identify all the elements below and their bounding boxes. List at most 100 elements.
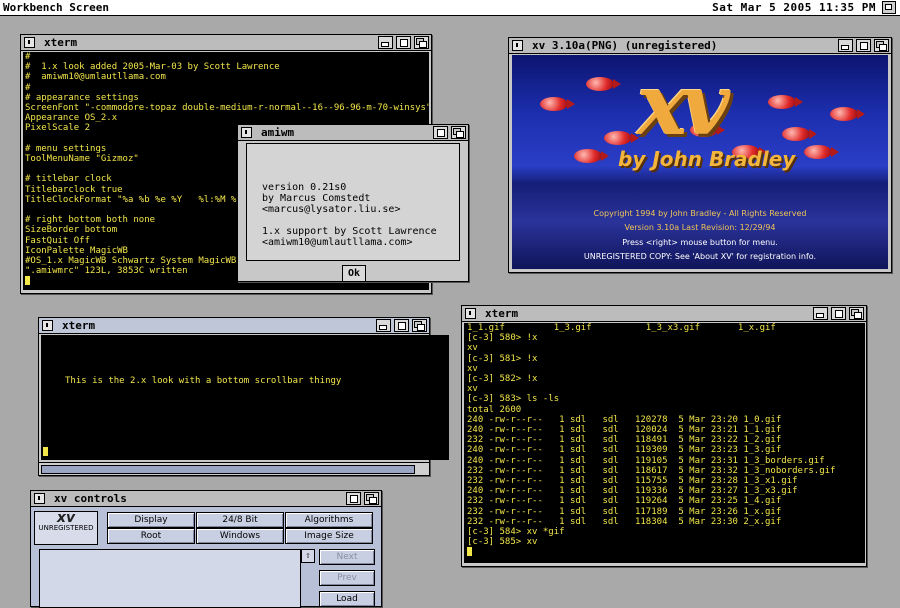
title-bar[interactable]: xterm [21,35,431,51]
terminal-line: [c-3] 580> !x [467,333,538,344]
prev-button[interactable]: Prev [319,570,375,586]
scroll-up-icon[interactable]: ⇧ [301,549,315,563]
zoom-icon[interactable] [396,36,411,49]
window-title: xterm [482,306,522,321]
close-icon[interactable] [24,37,35,48]
terminal-line: This is the 2.x look with a bottom scrol… [65,375,342,386]
fish-icon [574,149,609,163]
horizontal-scrollbar[interactable] [39,462,429,475]
terminal-line: 232 -rw-r--r-- 1 sdl sdl 115755 5 Mar 23… [467,476,798,487]
next-button[interactable]: Next [319,549,375,565]
depth-icon[interactable] [451,126,466,139]
terminal-line: ScreenFont "-commodore-topaz double-medi… [25,103,429,114]
title-bar[interactable]: xterm [462,306,866,322]
terminal-line: # [25,52,31,62]
windows-button[interactable]: Windows [196,528,284,544]
fish-icon [586,77,621,91]
terminal-line: [c-3] 584> xv *gif [467,527,565,538]
unregistered-label: UNREGISTERED [38,524,94,532]
terminal-cursor-line [43,446,48,458]
close-icon[interactable] [34,493,45,504]
terminal-line: 240 -rw-r--r-- 1 sdl sdl 119309 5 Mar 23… [467,445,782,456]
fish-icon [804,145,839,159]
root-button[interactable]: Root [107,528,195,544]
fish-icon [830,107,865,121]
depth-icon[interactable] [849,307,864,320]
terminal-line: 240 -rw-r--r-- 1 sdl sdl 119336 5 Mar 23… [467,486,798,497]
title-bar[interactable]: xv 3.10a(PNG) (unregistered) [509,38,891,54]
terminal-line: Appearance OS_2.x [25,113,118,124]
window-title: xterm [59,318,99,333]
title-bar[interactable]: amiwm [238,125,468,141]
menu-hint-text: Press <right> mouse button for menu. [622,238,778,247]
xv-image-window[interactable]: xv 3.10a(PNG) (unregistered) xv by John … [508,37,892,273]
xv-mini-logo-icon: xv [56,510,76,526]
screen-title-bar: Workbench Screen Sat Mar 5 2005 11:35 PM [0,0,900,16]
iconify-icon[interactable] [838,39,853,52]
about-text-panel: version 0.21s0 by Marcus Comstedt <marcu… [246,143,460,261]
terminal-line: 232 -rw-r--r-- 1 sdl sdl 119264 5 Mar 23… [467,496,782,507]
terminal-line: # [25,82,31,93]
terminal-line: 1_1.gif 1_3.gif 1_3_x3.gif 1_x.gif [467,323,776,333]
window-title: amiwm [258,125,298,140]
close-icon[interactable] [241,127,252,138]
unregistered-badge[interactable]: xv UNREGISTERED [34,511,98,545]
image-size-button[interactable]: Image Size [285,528,373,544]
iconify-icon[interactable] [376,319,391,332]
zoom-icon[interactable] [831,307,846,320]
iconify-icon[interactable] [813,307,828,320]
xterm-window-shell[interactable]: xterm 1_1.gif 1_3.gif 1_3_x3.gif 1_x.gif… [461,305,867,567]
close-icon[interactable] [42,320,53,331]
terminal-line: 232 -rw-r--r-- 1 sdl sdl 117189 5 Mar 23… [467,506,782,517]
about-text: version 0.21s0 by Marcus Comstedt <marcu… [262,182,437,248]
depth-icon[interactable] [874,39,889,52]
file-list[interactable] [39,549,301,608]
terminal-line: [c-3] 581> !x [467,353,538,364]
terminal-line: [c-3] 582> !x [467,374,538,385]
close-icon[interactable] [512,40,523,51]
terminal-line: # amiwm10@umlautllama.com [25,72,166,83]
depth-icon[interactable] [412,319,427,332]
xv-byline: by John Bradley [618,147,796,171]
terminal-line: total 2600 [467,404,522,415]
algorithms-button[interactable]: Algorithms [285,512,373,528]
copyright-text: Copyright 1994 by John Bradley - All Rig… [593,209,807,218]
zoom-icon[interactable] [394,319,409,332]
terminal-line: [c-3] 583> ls -ls [467,394,560,405]
terminal-line: 240 -rw-r--r-- 1 sdl sdl 120278 5 Mar 23… [467,414,782,425]
cursor-icon [467,547,472,557]
depth-icon[interactable] [364,492,379,505]
zoom-icon[interactable] [856,39,871,52]
display-button[interactable]: Display [107,512,195,528]
close-icon[interactable] [465,308,476,319]
terminal-text[interactable]: This is the 2.x look with a bottom scrol… [41,335,449,460]
window-title: xterm [41,35,81,50]
screen-clock: Sat Mar 5 2005 11:35 PM [712,1,876,14]
registration-text: UNREGISTERED COPY: See 'About XV' for re… [583,252,817,261]
amiwm-about-requester[interactable]: amiwm version 0.21s0 by Marcus Comstedt … [237,124,469,282]
title-bar[interactable]: xv controls [31,491,381,507]
bit-depth-button[interactable]: 24/8 Bit [196,512,284,528]
terminal-line: 232 -rw-r--r-- 1 sdl sdl 118617 5 Mar 23… [467,465,836,476]
load-button[interactable]: Load [319,591,375,607]
zoom-icon[interactable] [346,492,361,505]
xv-splash-image[interactable]: xv by John Bradley Copyright 1994 by Joh… [512,55,888,269]
terminal-text[interactable]: 1_1.gif 1_3.gif 1_3_x3.gif 1_x.gif [c-3] … [464,323,865,563]
title-bar[interactable]: xterm [39,318,429,334]
xv-logo: xv [637,55,730,154]
depth-icon[interactable] [414,36,429,49]
fish-icon [768,95,803,109]
xv-controls-window[interactable]: xv controls xv UNREGISTERED Display 24/8… [30,490,382,608]
zoom-icon[interactable] [433,126,448,139]
scrollbar-knob[interactable] [41,465,415,474]
screen-depth-icon[interactable] [882,1,896,14]
iconify-icon[interactable] [378,36,393,49]
ok-button[interactable]: Ok [342,265,366,282]
terminal-line: xv [467,363,478,374]
terminal-line: 232 -rw-r--r-- 1 sdl sdl 118304 5 Mar 23… [467,516,782,527]
controls-panel: xv UNREGISTERED Display 24/8 Bit Algorit… [31,507,381,608]
xterm-window-2x[interactable]: xterm This is the 2.x look with a bottom… [38,317,449,476]
